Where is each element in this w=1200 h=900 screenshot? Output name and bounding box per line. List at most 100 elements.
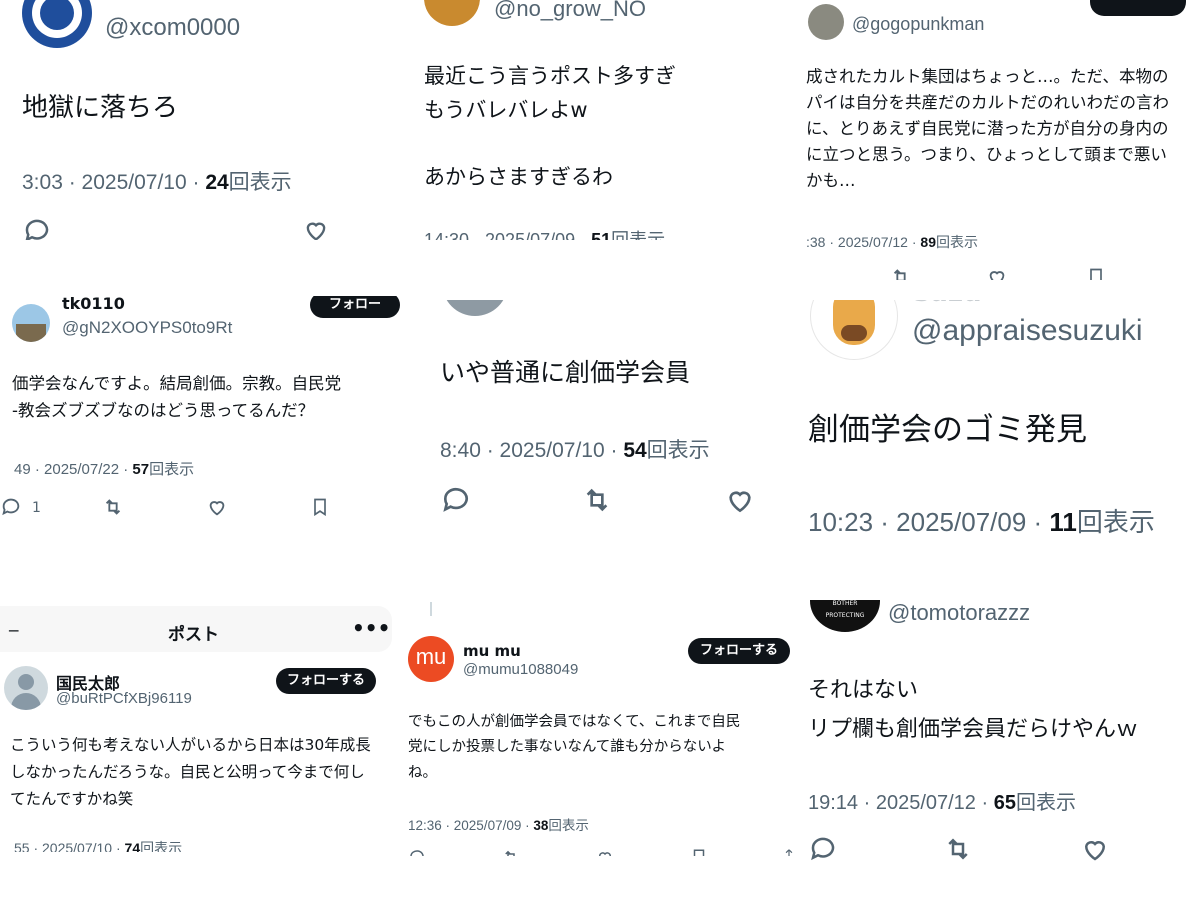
- avatar[interactable]: [4, 666, 48, 710]
- post-text: 成されたカルト集団はちょっと…。ただ、本物の パイは自分を共産だのカルトだのれい…: [806, 67, 1169, 191]
- like-icon[interactable]: [1080, 834, 1110, 864]
- timestamp: 10:23 · 2025/07/09 ·: [808, 507, 1050, 537]
- post-meta: 12:36 · 2025/07/09 · 38回表示: [408, 814, 589, 834]
- reply-icon[interactable]: [808, 834, 838, 864]
- post-text: 地獄に落ちろ: [22, 93, 179, 123]
- post-meta: 3:03 · 2025/07/10 · 24回表示: [22, 166, 292, 196]
- bookmark-icon[interactable]: [1086, 266, 1106, 280]
- timestamp: 3:03 · 2025/07/10 ·: [22, 171, 206, 194]
- avatar-text-bottom: PROTECTING: [825, 612, 865, 619]
- handle[interactable]: @gN2XOOYPS0to9Rt: [62, 318, 232, 338]
- panel-7: ‒ ポスト ••• 国民太郎 @buRtPCfXBj96119 フォローする こ…: [0, 606, 400, 852]
- handle[interactable]: @mumu1088049: [463, 661, 578, 678]
- view-count: 89: [920, 234, 936, 250]
- reply-icon[interactable]: [0, 496, 22, 516]
- post-text: 創価学会のゴミ発見: [808, 412, 1087, 448]
- action-bar: [804, 266, 1124, 280]
- follow-button[interactable]: [1090, 0, 1186, 16]
- reply-icon[interactable]: [22, 216, 52, 240]
- post-meta: 19:14 · 2025/07/12 · 65回表示: [808, 786, 1076, 815]
- more-icon[interactable]: •••: [352, 616, 390, 640]
- panel-5: いや普通に創価学会員 8:40 · 2025/07/10 · 54回表示: [404, 300, 800, 530]
- avatar[interactable]: [424, 0, 480, 26]
- reply-icon[interactable]: [408, 848, 426, 856]
- bookmark-icon[interactable]: [690, 848, 708, 856]
- handle[interactable]: @appraisesuzuki: [912, 314, 1143, 348]
- avatar[interactable]: [442, 300, 508, 316]
- reply-count: 1: [32, 500, 41, 516]
- views-label: 回表示: [1015, 792, 1076, 814]
- avatar[interactable]: [12, 304, 50, 342]
- handle[interactable]: @xcom0000: [105, 14, 240, 42]
- like-icon[interactable]: [986, 266, 1008, 280]
- avatar[interactable]: [808, 4, 844, 40]
- post-text: 価学会なんですよ。結局創価。宗教。自民党 -教会ズブズブなのはどう思ってるんだ？: [12, 374, 342, 421]
- view-count: 51: [591, 230, 612, 240]
- handle[interactable]: @gogopunkman: [852, 14, 984, 35]
- like-icon[interactable]: [724, 484, 756, 516]
- thread-line: [430, 602, 432, 616]
- timestamp: 49 · 2025/07/22 ·: [14, 461, 133, 478]
- view-count: 54: [623, 439, 647, 462]
- view-count: 65: [993, 792, 1016, 814]
- follow-button[interactable]: フォローする: [276, 668, 376, 694]
- avatar[interactable]: mu: [408, 636, 454, 682]
- timestamp: 14:30 · 2025/07/09 ·: [424, 230, 592, 240]
- avatar[interactable]: [810, 300, 898, 360]
- back-icon[interactable]: ‒: [8, 620, 19, 641]
- view-count: 57: [132, 461, 150, 478]
- post-text: こういう何も考えない人がいるから日本は30年成長 しなかったんだろうな。自民と公…: [10, 736, 371, 809]
- post-meta: :38 · 2025/07/12 · 89回表示: [806, 232, 978, 252]
- reply-icon[interactable]: [440, 484, 472, 516]
- panel-3: @gogopunkman 成されたカルト集団はちょっと…。ただ、本物の パイは自…: [804, 0, 1200, 280]
- post-meta: 8:40 · 2025/07/10 · 54回表示: [440, 434, 710, 464]
- timestamp: 12:36 · 2025/07/09 ·: [408, 818, 534, 833]
- views-label: 回表示: [149, 461, 195, 478]
- handle[interactable]: @buRtPCfXBj96119: [56, 690, 192, 707]
- view-count: 38: [533, 818, 549, 833]
- retweet-icon[interactable]: [502, 848, 520, 856]
- timestamp: 8:40 · 2025/07/10 ·: [440, 439, 624, 462]
- panel-8: mu mu mu @mumu1088049 フォローする でもこの人が創価学会員…: [404, 600, 800, 856]
- views-label: 回表示: [140, 840, 183, 852]
- post-text: いや普通に創価学会員: [440, 358, 691, 387]
- panel-1: @xcom0000 地獄に落ちろ 3:03 · 2025/07/10 · 24回…: [0, 0, 400, 240]
- share-icon[interactable]: [782, 848, 796, 856]
- avatar-initials: mu: [415, 644, 447, 669]
- view-count: 74: [124, 840, 141, 852]
- display-name[interactable]: mu mu: [463, 642, 521, 660]
- timestamp: 19:14 · 2025/07/12 ·: [808, 792, 994, 814]
- follow-button[interactable]: フォローする: [688, 638, 790, 664]
- action-bar: [808, 834, 1128, 866]
- avatar[interactable]: [22, 0, 92, 48]
- retweet-icon[interactable]: [580, 484, 614, 516]
- like-icon[interactable]: [596, 848, 614, 856]
- follow-button[interactable]: フォロー: [310, 296, 400, 318]
- retweet-icon[interactable]: [102, 496, 124, 516]
- retweet-icon[interactable]: [890, 266, 912, 280]
- handle[interactable]: @tomotorazzz: [888, 600, 1030, 626]
- post-text: それはない リプ欄も創価学会員だらけやんｗ: [808, 678, 1139, 742]
- timestamp: :38 · 2025/07/12 ·: [806, 234, 921, 250]
- post-meta: 14:30 · 2025/07/09 · 51回表示: [424, 226, 665, 240]
- action-bar: [440, 484, 760, 518]
- like-icon[interactable]: [206, 496, 228, 516]
- display-name[interactable]: tk0110: [62, 296, 125, 313]
- post-meta: 55 · 2025/07/10 · 74回表示: [14, 838, 182, 852]
- display-name[interactable]: suzu: [914, 300, 982, 308]
- views-label: 回表示: [936, 234, 978, 250]
- retweet-icon[interactable]: [942, 834, 974, 864]
- panel-9: BOTHER PROTECTING @tomotorazzz それはない リプ欄…: [804, 600, 1200, 876]
- post-text: でもこの人が創価学会員ではなくて、これまで自民 党にしか投票した事ないなんて誰も…: [408, 714, 741, 781]
- post-text: 最近こう言うポスト多すぎ もうバレバレよw あからさますぎるわ: [424, 64, 676, 189]
- views-label: 回表示: [611, 230, 666, 240]
- like-icon[interactable]: [302, 216, 330, 240]
- avatar[interactable]: BOTHER PROTECTING: [810, 600, 880, 632]
- view-count: 24: [205, 171, 229, 194]
- post-meta: 10:23 · 2025/07/09 · 11回表示: [808, 502, 1155, 539]
- avatar-text-top: BOTHER: [832, 600, 858, 607]
- bookmark-icon[interactable]: [310, 496, 330, 516]
- handle[interactable]: @no_grow_NO: [494, 0, 646, 22]
- action-bar: [408, 848, 794, 856]
- action-bar: [22, 216, 362, 240]
